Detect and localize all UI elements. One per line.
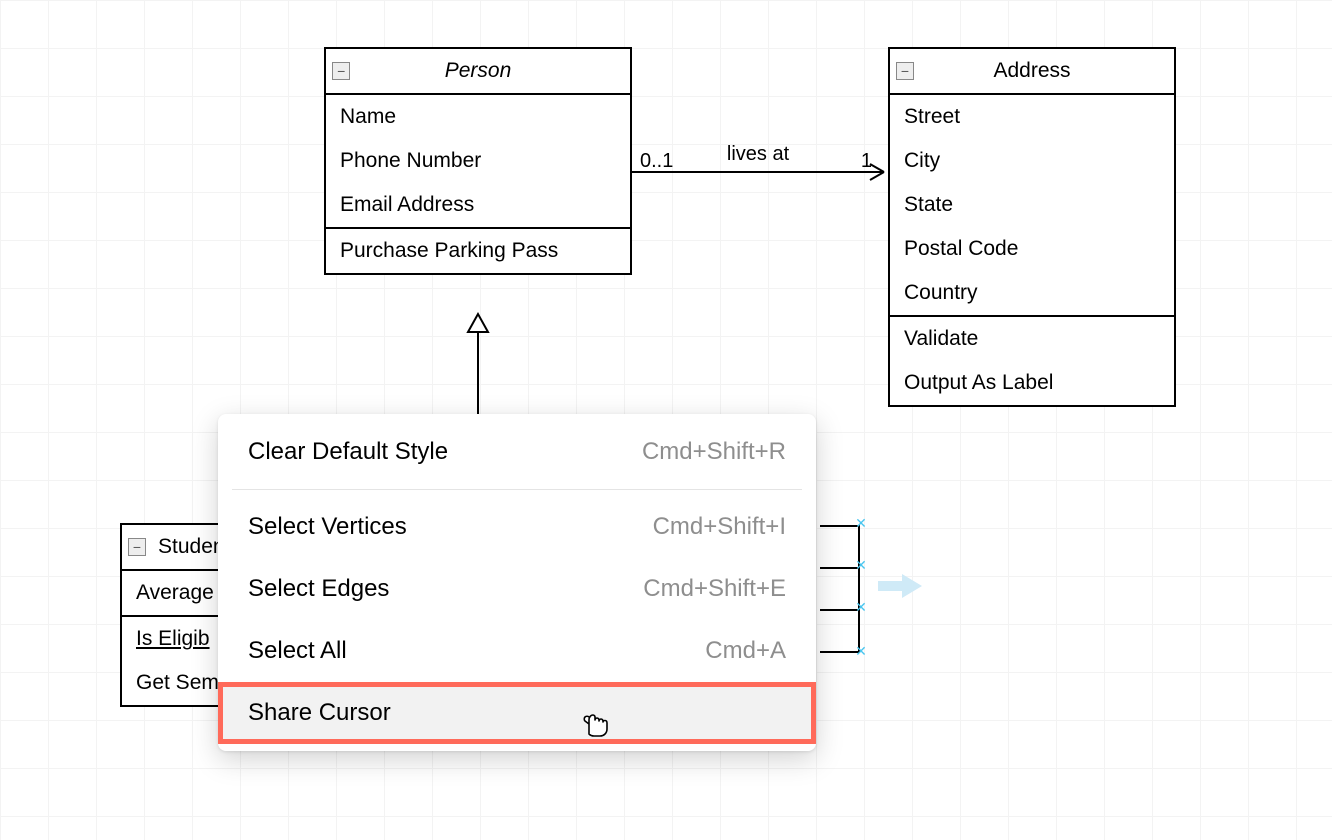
operation[interactable]: Output As Label <box>890 361 1174 405</box>
attribute[interactable]: Country <box>890 271 1174 315</box>
attribute[interactable]: City <box>890 139 1174 183</box>
menu-item-shortcut: Cmd+A <box>705 637 786 665</box>
attribute[interactable]: Email Address <box>326 183 630 227</box>
operation[interactable]: Purchase Parking Pass <box>326 229 630 273</box>
connection-hint-arrow-icon[interactable] <box>878 572 924 600</box>
class-address[interactable]: − Address Street City State Postal Code … <box>888 47 1176 407</box>
menu-item-clear-default-style[interactable]: Clear Default Style Cmd+Shift+R <box>218 421 816 483</box>
class-person-title[interactable]: − Person <box>326 49 630 95</box>
menu-item-share-cursor[interactable]: Share Cursor <box>218 682 816 744</box>
assoc-source-mult: 0..1 <box>640 150 673 172</box>
class-person-operations: Purchase Parking Pass <box>326 229 630 273</box>
menu-item-select-all[interactable]: Select All Cmd+A <box>218 620 816 682</box>
operation[interactable]: Validate <box>890 317 1174 361</box>
menu-separator <box>232 489 802 490</box>
menu-item-select-vertices[interactable]: Select Vertices Cmd+Shift+I <box>218 496 816 558</box>
class-address-attributes: Street City State Postal Code Country <box>890 95 1174 317</box>
class-person[interactable]: − Person Name Phone Number Email Address… <box>324 47 632 275</box>
context-menu[interactable]: Clear Default Style Cmd+Shift+R Select V… <box>218 414 816 751</box>
menu-item-label: Share Cursor <box>248 699 391 727</box>
collapse-icon[interactable]: − <box>332 62 350 80</box>
class-title-text: Person <box>445 59 512 82</box>
class-person-attributes: Name Phone Number Email Address <box>326 95 630 229</box>
attribute[interactable]: Name <box>326 95 630 139</box>
assoc-target-mult: 1 <box>861 150 872 172</box>
attribute[interactable]: Postal Code <box>890 227 1174 271</box>
selected-class-fragment[interactable] <box>820 524 860 652</box>
collapse-icon[interactable]: − <box>128 538 146 556</box>
menu-item-shortcut: Cmd+Shift+E <box>643 575 786 603</box>
menu-item-label: Clear Default Style <box>248 438 448 466</box>
collapse-icon[interactable]: − <box>896 62 914 80</box>
class-title-text: Address <box>993 59 1070 82</box>
class-address-title[interactable]: − Address <box>890 49 1174 95</box>
menu-item-shortcut: Cmd+Shift+R <box>642 438 786 466</box>
diagram-canvas[interactable]: 0..1 1 lives at − Person Name Phone Numb… <box>0 0 1332 840</box>
attribute[interactable]: State <box>890 183 1174 227</box>
assoc-label: lives at <box>727 143 790 165</box>
menu-item-label: Select Edges <box>248 575 389 603</box>
menu-item-select-edges[interactable]: Select Edges Cmd+Shift+E <box>218 558 816 620</box>
attribute[interactable]: Phone Number <box>326 139 630 183</box>
menu-item-label: Select All <box>248 637 347 665</box>
attribute[interactable]: Street <box>890 95 1174 139</box>
menu-item-shortcut: Cmd+Shift+I <box>653 513 786 541</box>
menu-item-label: Select Vertices <box>248 513 407 541</box>
class-address-operations: Validate Output As Label <box>890 317 1174 405</box>
